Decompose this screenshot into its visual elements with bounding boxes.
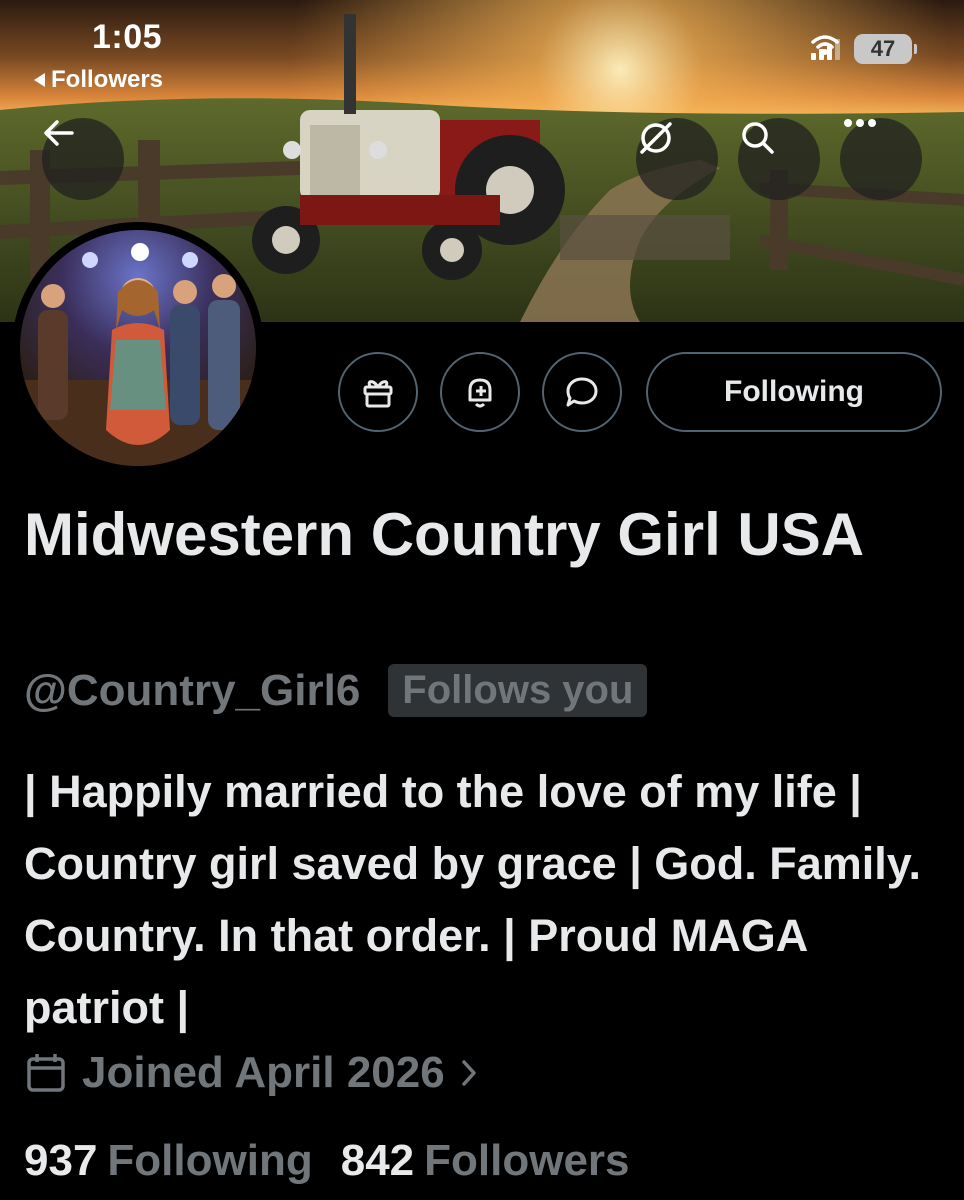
calendar-icon bbox=[27, 1054, 65, 1092]
back-link-label: Followers bbox=[51, 66, 164, 93]
grok-icon bbox=[640, 122, 672, 154]
back-button[interactable] bbox=[42, 118, 124, 200]
follows-you-badge: Follows you bbox=[388, 664, 648, 717]
followers-count: 842 bbox=[340, 1136, 415, 1185]
search-button[interactable] bbox=[738, 118, 820, 200]
bell-plus-icon bbox=[468, 378, 492, 408]
joined-date: Joined April 2026 bbox=[82, 1048, 445, 1097]
follow-stats: 937 Following 842 Followers bbox=[24, 1136, 630, 1186]
following-label: Following bbox=[107, 1136, 313, 1185]
following-button[interactable]: Following bbox=[646, 352, 942, 432]
notify-button[interactable] bbox=[440, 352, 520, 432]
battery-icon: 47 bbox=[854, 34, 917, 64]
gift-icon bbox=[363, 380, 393, 408]
display-name: Midwestern Country Girl USA bbox=[24, 501, 865, 568]
joined-date-row[interactable]: Joined April 2026 bbox=[24, 1048, 479, 1098]
back-triangle-icon bbox=[34, 73, 45, 87]
following-stat[interactable]: 937 Following bbox=[24, 1136, 313, 1186]
message-icon bbox=[566, 377, 598, 407]
avatar-image bbox=[20, 230, 256, 466]
back-to-followers-link[interactable]: Followers bbox=[34, 66, 163, 94]
message-button[interactable] bbox=[542, 352, 622, 432]
handle-row: @Country_Girl6 Follows you bbox=[24, 664, 648, 717]
back-arrow-icon bbox=[44, 120, 74, 146]
chevron-right-icon bbox=[461, 1060, 476, 1086]
gift-button[interactable] bbox=[338, 352, 418, 432]
status-indicators: 47 bbox=[811, 34, 917, 64]
more-button[interactable] bbox=[840, 118, 922, 200]
grok-button[interactable] bbox=[636, 118, 718, 200]
username-handle: @Country_Girl6 bbox=[24, 665, 361, 715]
profile-avatar[interactable] bbox=[12, 222, 264, 474]
wifi-icon bbox=[811, 35, 839, 55]
more-icon bbox=[844, 119, 876, 127]
following-count: 937 bbox=[24, 1136, 98, 1185]
followers-stat[interactable]: 842 Followers bbox=[341, 1136, 630, 1186]
status-time: 1:05 bbox=[92, 18, 163, 56]
followers-label: Followers bbox=[424, 1136, 630, 1185]
search-icon bbox=[742, 122, 774, 154]
profile-bio: | Happily married to the love of my life… bbox=[24, 766, 921, 1033]
